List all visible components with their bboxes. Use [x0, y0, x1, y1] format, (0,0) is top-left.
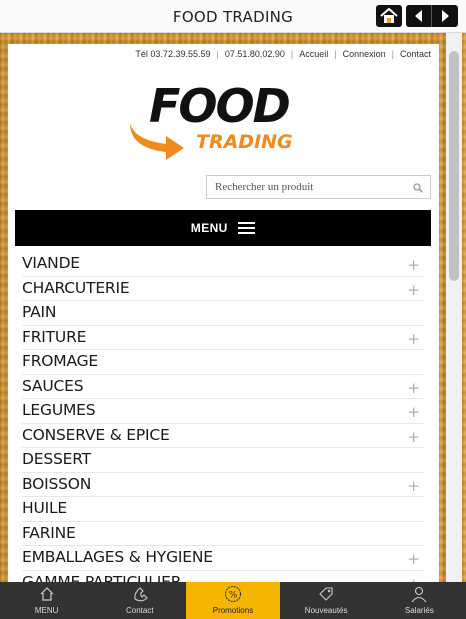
- expand-plus-icon[interactable]: +: [407, 281, 420, 299]
- logo-word-food: FOOD: [149, 79, 290, 133]
- category-label: HUILE: [22, 499, 68, 517]
- expand-plus-icon[interactable]: +: [407, 428, 420, 446]
- link-accueil[interactable]: Accueil: [299, 49, 328, 59]
- category-label: EMBALLAGES & HYGIENE: [22, 548, 213, 566]
- expand-plus-icon[interactable]: +: [407, 379, 420, 397]
- category-item[interactable]: PAIN: [22, 301, 424, 326]
- category-item[interactable]: CHARCUTERIE +: [22, 277, 424, 301]
- category-label: SAUCES: [22, 376, 84, 395]
- category-label: LEGUMES: [22, 401, 96, 419]
- category-item[interactable]: GAMME PARTICULIER +: [22, 571, 424, 583]
- category-item[interactable]: LEGUMES +: [22, 399, 424, 424]
- tab-label: Nouveautés: [304, 606, 348, 615]
- bottom-tab-bar: MENU Contact% Promotions Nouveautés Salariés: [0, 582, 466, 619]
- expand-plus-icon[interactable]: +: [407, 477, 420, 495]
- expand-plus-icon[interactable]: +: [407, 330, 420, 348]
- tab-salaris[interactable]: Salariés: [373, 582, 466, 619]
- category-label: PAIN: [22, 303, 57, 321]
- category-item[interactable]: CONSERVE & EPICE +: [22, 424, 424, 448]
- category-item[interactable]: HUILE: [22, 497, 424, 522]
- phone-icon: [134, 587, 148, 602]
- expand-plus-icon[interactable]: +: [407, 550, 420, 568]
- category-label: FARINE: [22, 523, 76, 542]
- category-label: FRITURE: [22, 327, 87, 346]
- link-connexion[interactable]: Connexion: [343, 49, 386, 59]
- svg-text:%: %: [229, 591, 238, 601]
- tab-label: Salariés: [404, 606, 434, 615]
- user-icon: [411, 586, 427, 603]
- category-item[interactable]: VIANDE +: [22, 252, 424, 277]
- hamburger-icon: [238, 222, 256, 234]
- food-trading-logo[interactable]: FOOD TRADING: [126, 78, 326, 160]
- nav-buttons: [406, 5, 458, 27]
- scrollbar[interactable]: [446, 33, 462, 582]
- category-item[interactable]: BOISSON +: [22, 473, 424, 497]
- top-info-bar: Tél 03.72.39.55.59 | 07.51.80.02.90 | Accuei…: [135, 49, 431, 59]
- tag-icon: [319, 587, 333, 601]
- tab-label: MENU: [34, 606, 59, 615]
- percent-badge-icon: %: [224, 585, 242, 603]
- category-label: DESSERT: [22, 450, 91, 468]
- site-content: Tél 03.72.39.55.59 | 07.51.80.02.90 | Accuei…: [8, 44, 439, 582]
- scrollbar-thumb[interactable]: [449, 51, 459, 281]
- category-item[interactable]: DESSERT: [22, 448, 424, 473]
- expand-plus-icon[interactable]: +: [407, 575, 420, 583]
- arrow-left-icon: [415, 10, 422, 22]
- expand-plus-icon[interactable]: +: [407, 256, 420, 274]
- category-item[interactable]: EMBALLAGES & HYGIENE +: [22, 546, 424, 571]
- category-item[interactable]: SAUCES +: [22, 375, 424, 399]
- tab-nouveauts[interactable]: Nouveautés: [280, 582, 373, 619]
- home-icon: [380, 7, 398, 23]
- tab-label: Contact: [125, 606, 154, 615]
- category-item[interactable]: FARINE: [22, 522, 424, 546]
- tab-menu[interactable]: MENU: [0, 582, 93, 619]
- category-label: GAMME PARTICULIER: [22, 572, 182, 583]
- search-input[interactable]: [207, 176, 402, 198]
- logo-word-trading: TRADING: [196, 131, 293, 153]
- category-item[interactable]: FROMAGE: [22, 350, 424, 375]
- home-button[interactable]: [376, 5, 402, 27]
- category-label: VIANDE: [22, 254, 80, 272]
- tab-label: Promotions: [212, 606, 254, 615]
- category-label: BOISSON: [22, 474, 92, 493]
- category-label: CONSERVE & EPICE: [22, 425, 170, 444]
- menu-label: MENU: [190, 221, 228, 235]
- category-label: FROMAGE: [22, 352, 98, 370]
- expand-plus-icon[interactable]: +: [407, 403, 420, 421]
- category-label: CHARCUTERIE: [22, 278, 130, 297]
- forward-button[interactable]: [432, 5, 458, 27]
- category-item[interactable]: FRITURE +: [22, 326, 424, 350]
- search-icon[interactable]: [413, 183, 423, 193]
- arrow-right-icon: [442, 10, 449, 22]
- phone-number-1: Tél 03.72.39.55.59: [135, 49, 211, 59]
- link-contact[interactable]: Contact: [400, 49, 431, 59]
- tab-contact[interactable]: Contact: [93, 582, 186, 619]
- app-header: FOOD TRADING: [0, 0, 466, 33]
- back-button[interactable]: [406, 5, 432, 27]
- phone-number-2: 07.51.80.02.90: [224, 49, 285, 59]
- category-list: VIANDE + CHARCUTERIE + PAIN FRITURE + FROMAGE SA…: [22, 252, 424, 582]
- home-icon: [40, 587, 54, 601]
- menu-toggle-bar[interactable]: MENU: [15, 210, 431, 246]
- tab-promotions[interactable]: % Promotions: [186, 582, 280, 619]
- search-box: [206, 175, 431, 199]
